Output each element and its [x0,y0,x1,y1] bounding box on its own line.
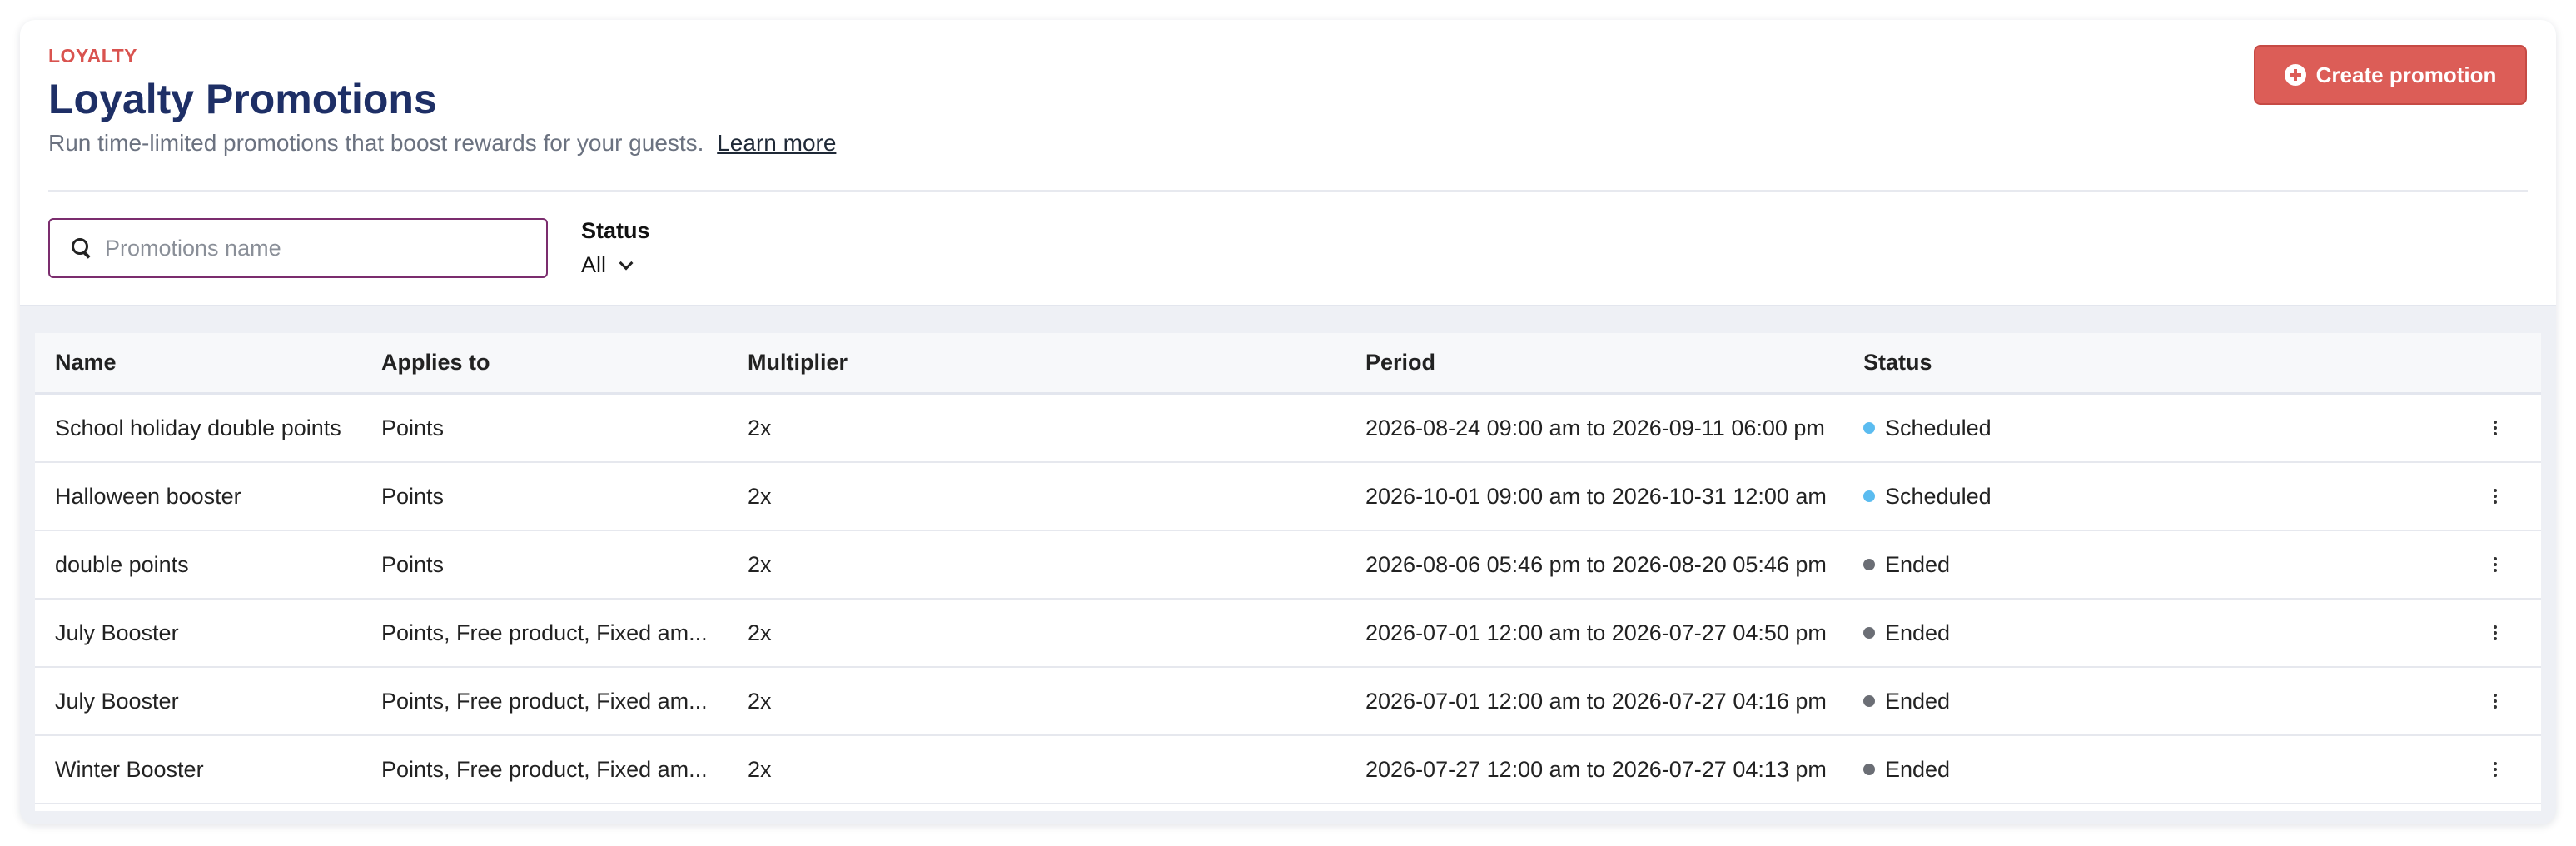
status-badge: Ended [1885,756,1951,782]
promotions-table: Name Applies to Multiplier Period Status… [35,333,2541,811]
page-title: Loyalty Promotions [48,76,437,122]
chevron-down-icon [619,256,634,270]
status-filter-select[interactable]: All [581,252,650,278]
row-name: July Booster [55,688,179,714]
row-multiplier: 2x [748,551,772,577]
row-actions[interactable] [2483,694,2508,709]
search-icon [68,236,93,261]
row-applies-to: Points [381,415,445,440]
status-dot-icon [1863,422,1875,434]
column-header-applies-to[interactable]: Applies to [381,350,714,376]
row-applies-to: Points, Free product, Fixed am... [381,620,708,645]
status-badge: Ended [1885,620,1951,645]
table-row[interactable]: July Booster Points, Free product, Fixed… [35,668,2541,736]
row-actions[interactable] [2483,421,2508,435]
column-header-period[interactable]: Period [1365,350,1857,376]
row-name: Winter Booster [55,756,204,782]
row-period: 2026-08-24 09:00 am to 2026-09-11 06:00 … [1365,415,1825,440]
status-dot-icon [1863,695,1875,707]
row-multiplier: 2x [748,483,772,509]
search-field[interactable] [48,218,548,278]
more-vertical-icon[interactable] [2483,489,2508,504]
row-period: 2026-07-01 12:00 am to 2026-07-27 04:50 … [1365,620,1827,645]
subtitle-text: Run time-limited promotions that boost r… [48,130,704,156]
more-vertical-icon[interactable] [2483,421,2508,435]
table-body: School holiday double points Points 2x 2… [35,395,2541,804]
header-divider [48,190,2528,192]
row-status: Ended [1863,689,2196,714]
status-badge: Ended [1885,688,1951,714]
table-row[interactable]: double points Points 2x 2026-08-06 05:46… [35,531,2541,600]
more-vertical-icon[interactable] [2483,557,2508,572]
row-applies-to: Points, Free product, Fixed am... [381,688,708,714]
row-name: double points [55,551,189,577]
row-multiplier: 2x [748,688,772,714]
row-applies-to: Points, Free product, Fixed am... [381,756,708,782]
row-applies-to: Points [381,551,445,577]
column-header-multiplier[interactable]: Multiplier [748,350,997,376]
table-header: Name Applies to Multiplier Period Status [35,333,2541,395]
status-badge: Scheduled [1885,483,1992,509]
row-actions[interactable] [2483,762,2508,777]
status-dot-icon [1863,559,1875,570]
row-period: 2026-07-01 12:00 am to 2026-07-27 04:16 … [1365,688,1827,714]
row-status: Ended [1863,552,2196,578]
row-actions[interactable] [2483,557,2508,572]
row-period: 2026-07-27 12:00 am to 2026-07-27 04:13 … [1365,756,1827,782]
row-multiplier: 2x [748,415,772,440]
row-name: Halloween booster [55,483,241,509]
row-actions[interactable] [2483,489,2508,504]
section-eyebrow: LOYALTY [48,45,138,67]
row-actions[interactable] [2483,625,2508,640]
plus-circle-icon [2284,64,2306,86]
row-multiplier: 2x [748,756,772,782]
table-row[interactable]: July Booster Points, Free product, Fixed… [35,600,2541,668]
page-header: LOYALTY Loyalty Promotions Run time-limi… [20,20,2556,306]
status-dot-icon [1863,764,1875,775]
row-name: School holiday double points [55,415,341,440]
promotions-card: LOYALTY Loyalty Promotions Run time-limi… [20,20,2556,824]
row-status: Scheduled [1863,416,2196,441]
row-period: 2026-10-01 09:00 am to 2026-10-31 12:00 … [1365,483,1827,509]
status-filter-value: All [581,252,607,277]
table-row[interactable]: Winter Booster Points, Free product, Fix… [35,736,2541,804]
search-input[interactable] [105,235,538,261]
status-badge: Scheduled [1885,415,1992,440]
status-filter-label: Status [581,218,650,243]
row-period: 2026-08-06 05:46 pm to 2026-08-20 05:46 … [1365,551,1827,577]
row-applies-to: Points [381,483,445,509]
table-row[interactable]: Halloween booster Points 2x 2026-10-01 0… [35,463,2541,531]
row-name: July Booster [55,620,179,645]
status-dot-icon [1863,490,1875,502]
create-promotion-label: Create promotion [2315,62,2497,87]
status-dot-icon [1863,627,1875,639]
more-vertical-icon[interactable] [2483,694,2508,709]
row-status: Ended [1863,757,2196,783]
page-subtitle: Run time-limited promotions that boost r… [48,130,836,157]
status-filter[interactable]: Status All [581,218,650,278]
column-header-name[interactable]: Name [55,350,371,376]
row-status: Ended [1863,620,2196,646]
status-badge: Ended [1885,551,1951,577]
column-header-status[interactable]: Status [1863,350,2196,376]
more-vertical-icon[interactable] [2483,625,2508,640]
create-promotion-button[interactable]: Create promotion [2254,45,2527,105]
row-multiplier: 2x [748,620,772,645]
table-row[interactable]: School holiday double points Points 2x 2… [35,395,2541,463]
learn-more-link[interactable]: Learn more [717,130,836,156]
more-vertical-icon[interactable] [2483,762,2508,777]
row-status: Scheduled [1863,484,2196,510]
